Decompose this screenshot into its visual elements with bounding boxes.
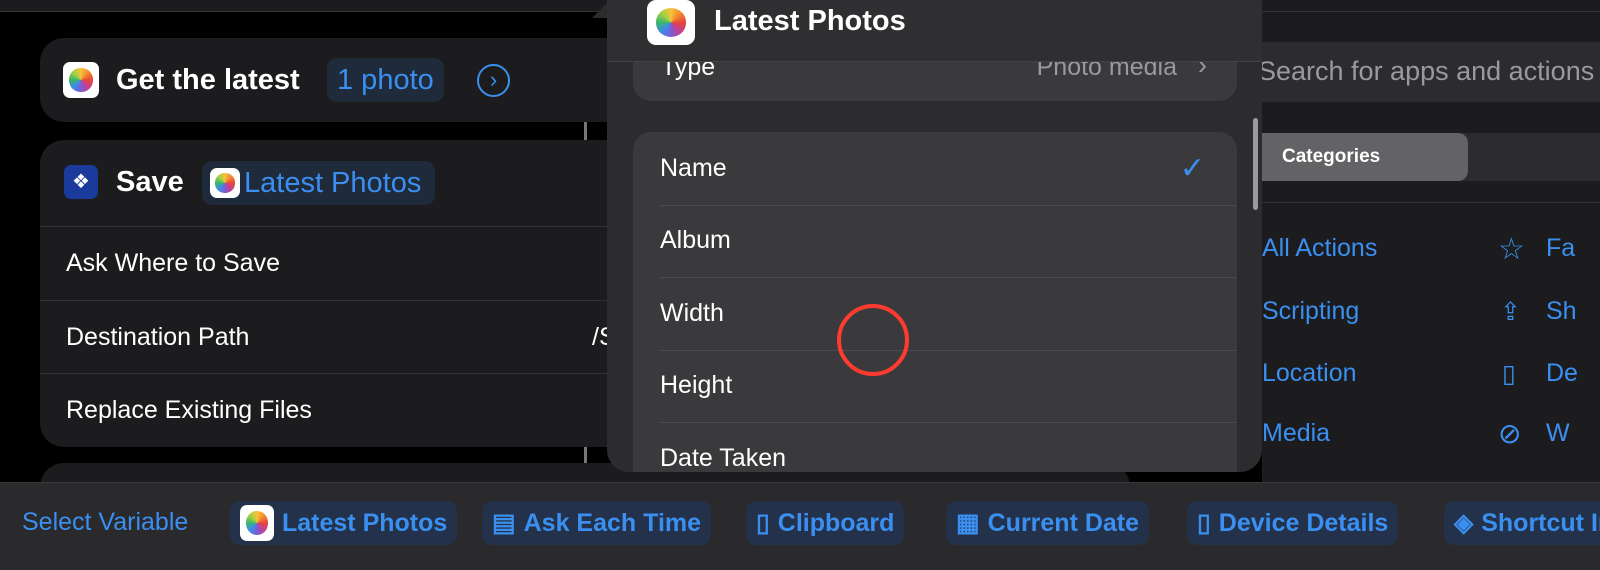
photos-app-icon bbox=[210, 168, 240, 198]
category-media[interactable]: Media bbox=[1262, 419, 1330, 448]
property-list: Name ✓ Album Width Height Date Taken bbox=[633, 132, 1237, 472]
option-date-taken[interactable]: Date Taken bbox=[633, 422, 1237, 472]
divider bbox=[1262, 202, 1600, 203]
chip-label: Shortcut Input bbox=[1481, 508, 1600, 537]
device-icon: ▯ bbox=[1197, 509, 1211, 537]
touch-indicator bbox=[837, 304, 909, 376]
category-documents[interactable]: De bbox=[1546, 359, 1578, 388]
category-web[interactable]: W bbox=[1546, 419, 1570, 448]
share-icon: ⇪ bbox=[1500, 298, 1521, 326]
save-dropbox-action[interactable]: ❖ Save Latest Photos Ask Where to Save D… bbox=[40, 140, 640, 447]
variable-bar: Select Variable Latest Photos ▤ Ask Each … bbox=[0, 482, 1600, 570]
option-name[interactable]: Name ✓ bbox=[633, 132, 1237, 205]
segmented-control: Categories bbox=[1262, 133, 1600, 181]
option-height[interactable]: Height bbox=[633, 349, 1237, 423]
popover-title: Latest Photos bbox=[714, 5, 906, 37]
speech-bubble-icon: ▤ bbox=[492, 509, 516, 537]
category-sharing[interactable]: Sh bbox=[1546, 297, 1577, 326]
segment-categories[interactable]: Categories bbox=[1262, 133, 1468, 181]
chip-current-date[interactable]: ▦ Current Date bbox=[946, 501, 1150, 545]
checkmark-icon: ✓ bbox=[1179, 151, 1205, 185]
chip-ask-each-time[interactable]: ▤ Ask Each Time bbox=[482, 501, 712, 545]
clipboard-icon: ▯ bbox=[756, 509, 770, 537]
chip-label: Ask Each Time bbox=[523, 508, 702, 537]
category-all-actions[interactable]: All Actions bbox=[1262, 234, 1377, 263]
row-label: Destination Path bbox=[66, 322, 250, 351]
photos-app-icon bbox=[647, 0, 695, 45]
category-scripting[interactable]: Scripting bbox=[1262, 297, 1359, 326]
action-label: Save bbox=[116, 166, 184, 198]
get-latest-photos-action[interactable]: Get the latest 1 photo › bbox=[40, 38, 640, 122]
row-label: Replace Existing Files bbox=[66, 395, 312, 424]
popover-header: Latest Photos bbox=[607, 0, 1262, 62]
replace-existing-files-row[interactable]: Replace Existing Files bbox=[40, 373, 640, 446]
photos-app-icon bbox=[240, 505, 274, 541]
destination-path-row[interactable]: Destination Path/S bbox=[40, 300, 640, 373]
chip-label: Latest Photos bbox=[282, 508, 448, 537]
shortcuts-icon: ◈ bbox=[1454, 509, 1474, 537]
chip-label: Device Details bbox=[1218, 508, 1389, 537]
chip-shortcut-input[interactable]: ◈Shortcut Input bbox=[1444, 501, 1600, 545]
category-favorites[interactable]: Fa bbox=[1546, 234, 1575, 263]
action-library-panel: Search for apps and actions Categories A… bbox=[1252, 12, 1600, 482]
row-label: Ask Where to Save bbox=[66, 248, 280, 277]
option-album[interactable]: Album bbox=[633, 204, 1237, 278]
chip-latest-photos[interactable]: Latest Photos bbox=[230, 501, 458, 545]
document-icon: ▯ bbox=[1502, 360, 1516, 388]
star-icon: ☆ bbox=[1498, 233, 1525, 266]
scrollbar[interactable] bbox=[1253, 118, 1258, 210]
search-placeholder: Search for apps and actions bbox=[1258, 56, 1595, 86]
chip-label: Clipboard bbox=[777, 508, 895, 537]
option-label: Date Taken bbox=[660, 443, 787, 472]
chip-clipboard[interactable]: ▯ Clipboard bbox=[746, 501, 905, 545]
chip-label: Current Date bbox=[987, 508, 1140, 537]
compass-icon: ⊘ bbox=[1498, 418, 1522, 449]
chip-device-details[interactable]: ▯ Device Details bbox=[1187, 501, 1399, 545]
latest-photos-variable[interactable]: Latest Photos bbox=[202, 161, 436, 205]
dropbox-icon: ❖ bbox=[64, 165, 98, 199]
select-variable-label: Select Variable bbox=[22, 508, 189, 536]
ask-where-to-save-row[interactable]: Ask Where to Save bbox=[40, 226, 640, 299]
option-label: Width bbox=[660, 298, 724, 327]
photos-app-icon bbox=[63, 62, 99, 98]
option-label: Name bbox=[660, 153, 727, 182]
variable-popover: Type Photo media › Latest Photos Name ✓ A… bbox=[607, 0, 1262, 472]
photo-count-param[interactable]: 1 photo bbox=[327, 58, 444, 102]
expand-chevron-icon[interactable]: › bbox=[477, 64, 510, 97]
option-width[interactable]: Width bbox=[633, 277, 1237, 350]
connector bbox=[584, 122, 587, 140]
category-location[interactable]: Location bbox=[1262, 359, 1357, 388]
option-label: Album bbox=[660, 226, 731, 255]
option-label: Height bbox=[660, 371, 733, 400]
search-field[interactable]: Search for apps and actions bbox=[1252, 42, 1600, 102]
variable-label: Latest Photos bbox=[244, 166, 422, 199]
action-label: Get the latest bbox=[116, 64, 300, 96]
calendar-icon: ▦ bbox=[956, 509, 980, 537]
